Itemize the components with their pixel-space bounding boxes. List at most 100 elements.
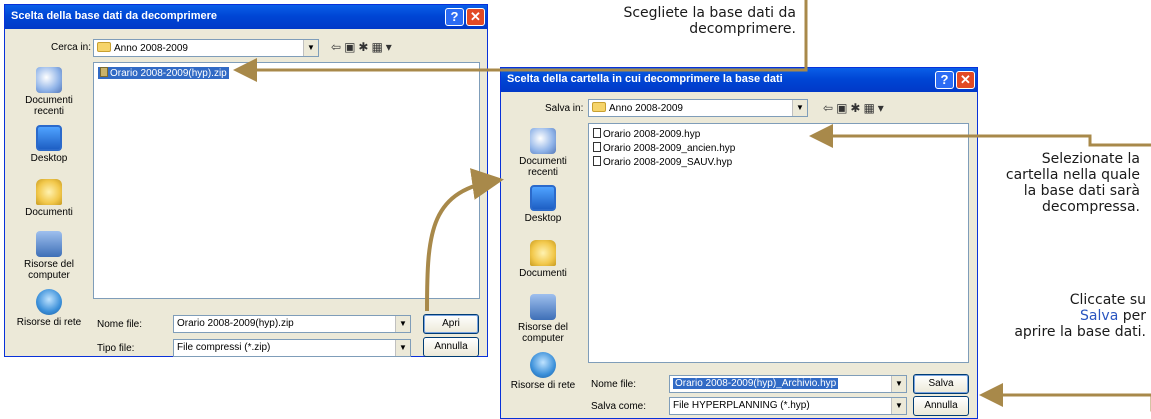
place-network[interactable]: Risorse di rete bbox=[505, 352, 581, 391]
filetype-select[interactable]: File compressi (*.zip) ▼ bbox=[173, 339, 411, 357]
chevron-down-icon[interactable]: ▼ bbox=[792, 100, 807, 116]
place-documents-label: Documenti bbox=[25, 207, 73, 218]
file-item-zip-label: Orario 2008-2009(hyp).zip bbox=[110, 68, 227, 79]
save-button[interactable]: Salva bbox=[913, 374, 969, 394]
view-menu-icon[interactable]: ▦▾ bbox=[863, 101, 886, 115]
place-recent[interactable]: Documenti recenti bbox=[11, 67, 87, 117]
place-computer[interactable]: Risorse del computer bbox=[11, 231, 87, 281]
hyp-file-icon bbox=[593, 128, 601, 138]
savein-value: Anno 2008-2009 bbox=[609, 103, 683, 114]
savein-combo[interactable]: Anno 2008-2009 ▼ bbox=[588, 99, 808, 117]
back-icon[interactable]: ⇦ bbox=[823, 101, 836, 115]
annotation-click-mid: per bbox=[1122, 308, 1146, 324]
desktop-icon bbox=[530, 185, 556, 211]
annotation-click-prefix: Cliccate su bbox=[1069, 292, 1146, 308]
documents-folder-icon bbox=[36, 179, 62, 205]
place-desktop[interactable]: Desktop bbox=[11, 125, 87, 164]
file-item[interactable]: Orario 2008-2009_ancien.hyp bbox=[593, 142, 735, 154]
chevron-down-icon[interactable]: ▼ bbox=[395, 340, 410, 356]
new-folder-icon[interactable]: ✱ bbox=[850, 101, 863, 115]
dialog1-title: Scelta della base dati da decomprimere bbox=[11, 10, 218, 22]
filename-input[interactable]: Orario 2008-2009(hyp).zip ▼ bbox=[173, 315, 411, 333]
filename-label: Nome file: bbox=[97, 319, 143, 330]
place-computer-label: Risorse del computer bbox=[517, 322, 569, 344]
up-folder-icon[interactable]: ▣ bbox=[836, 101, 850, 115]
dialog1-toolbar: ⇦▣✱▦▾ bbox=[331, 40, 395, 54]
folder-icon bbox=[97, 42, 111, 52]
lookin-combo[interactable]: Anno 2008-2009 ▼ bbox=[93, 39, 319, 57]
dialog2-toolbar: ⇦▣✱▦▾ bbox=[823, 101, 887, 115]
filetype-label: Tipo file: bbox=[97, 343, 135, 354]
chevron-down-icon[interactable]: ▼ bbox=[303, 40, 318, 56]
arrow-to-save bbox=[979, 383, 1151, 412]
save-folder-dialog: Scelta della cartella in cui decomprimer… bbox=[500, 67, 978, 419]
network-icon bbox=[530, 352, 556, 378]
annotation-choose-folder: Selezionate la cartella nella quale la b… bbox=[1005, 151, 1140, 215]
zip-file-icon bbox=[100, 67, 108, 77]
up-folder-icon[interactable]: ▣ bbox=[344, 40, 358, 54]
recent-documents-icon bbox=[530, 128, 556, 154]
folder-icon bbox=[592, 102, 606, 112]
file-item-label: Orario 2008-2009.hyp bbox=[603, 129, 701, 140]
cancel-button[interactable]: Annulla bbox=[423, 337, 479, 357]
place-network-label: Risorse di rete bbox=[16, 317, 82, 328]
open-button[interactable]: Apri bbox=[423, 314, 479, 334]
chevron-down-icon[interactable]: ▼ bbox=[395, 316, 410, 332]
annotation-click-save: Cliccate su Salva per aprire la base dat… bbox=[1010, 292, 1146, 340]
dialog1-titlebar: Scelta della base dati da decomprimere bbox=[5, 5, 487, 29]
annotation-choose-db: Scegliete la base dati da decomprimere. bbox=[623, 5, 796, 37]
place-documents[interactable]: Documenti bbox=[11, 179, 87, 218]
network-icon bbox=[36, 289, 62, 315]
close-button[interactable]: ✕ bbox=[466, 8, 485, 26]
lookin-value: Anno 2008-2009 bbox=[114, 43, 188, 54]
chevron-down-icon[interactable]: ▼ bbox=[891, 376, 906, 392]
place-network-label: Risorse di rete bbox=[510, 380, 576, 391]
saveas-select[interactable]: File HYPERPLANNING (*.hyp) ▼ bbox=[669, 397, 907, 415]
place-desktop[interactable]: Desktop bbox=[505, 185, 581, 224]
close-button[interactable]: ✕ bbox=[956, 71, 975, 89]
place-computer-label: Risorse del computer bbox=[23, 259, 75, 281]
cancel-button[interactable]: Annulla bbox=[913, 396, 969, 416]
computer-icon bbox=[36, 231, 62, 257]
filename-input[interactable]: Orario 2008-2009(hyp)_Archivio.hyp ▼ bbox=[669, 375, 907, 393]
view-menu-icon[interactable]: ▦▾ bbox=[371, 40, 394, 54]
place-recent-label: Documenti recenti bbox=[519, 156, 567, 178]
file-item[interactable]: Orario 2008-2009.hyp bbox=[593, 128, 700, 140]
place-desktop-label: Desktop bbox=[30, 153, 68, 164]
annotation-click-link: Salva bbox=[1080, 308, 1119, 324]
hyp-file-icon bbox=[593, 156, 601, 166]
saveas-label: Salva come: bbox=[591, 401, 647, 412]
file-item-label: Orario 2008-2009_ancien.hyp bbox=[603, 143, 736, 154]
desktop-icon bbox=[36, 125, 62, 151]
filename-value: Orario 2008-2009(hyp).zip bbox=[177, 318, 294, 329]
file-item-zip[interactable]: Orario 2008-2009(hyp).zip bbox=[98, 67, 229, 79]
open-archive-dialog: Scelta della base dati da decomprimere ?… bbox=[4, 4, 488, 357]
savein-label: Salva in: bbox=[545, 103, 584, 114]
computer-icon bbox=[530, 294, 556, 320]
place-desktop-label: Desktop bbox=[524, 213, 562, 224]
recent-documents-icon bbox=[36, 67, 62, 93]
place-network[interactable]: Risorse di rete bbox=[11, 289, 87, 328]
dialog2-file-list[interactable]: Orario 2008-2009.hyp Orario 2008-2009_an… bbox=[588, 123, 969, 363]
dialog1-file-list[interactable]: Orario 2008-2009(hyp).zip bbox=[93, 62, 480, 299]
chevron-down-icon[interactable]: ▼ bbox=[891, 398, 906, 414]
saveas-value: File HYPERPLANNING (*.hyp) bbox=[673, 400, 810, 411]
new-folder-icon[interactable]: ✱ bbox=[358, 40, 371, 54]
place-documents[interactable]: Documenti bbox=[505, 240, 581, 279]
dialog2-title: Scelta della cartella in cui decomprimer… bbox=[507, 73, 783, 85]
file-item[interactable]: Orario 2008-2009_SAUV.hyp bbox=[593, 156, 732, 168]
place-recent[interactable]: Documenti recenti bbox=[505, 128, 581, 178]
help-button[interactable]: ? bbox=[935, 71, 954, 89]
hyp-file-icon bbox=[593, 142, 601, 152]
file-item-label: Orario 2008-2009_SAUV.hyp bbox=[603, 157, 733, 168]
place-computer[interactable]: Risorse del computer bbox=[505, 294, 581, 344]
filename-label: Nome file: bbox=[591, 379, 637, 390]
place-documents-label: Documenti bbox=[519, 268, 567, 279]
lookin-label: Cerca in: bbox=[51, 42, 92, 53]
filetype-value: File compressi (*.zip) bbox=[177, 342, 271, 353]
dialog2-titlebar: Scelta della cartella in cui decomprimer… bbox=[501, 68, 977, 92]
help-button[interactable]: ? bbox=[445, 8, 464, 26]
back-icon[interactable]: ⇦ bbox=[331, 40, 344, 54]
annotation-click-suffix: aprire la base dati. bbox=[1014, 324, 1146, 340]
documents-folder-icon bbox=[530, 240, 556, 266]
